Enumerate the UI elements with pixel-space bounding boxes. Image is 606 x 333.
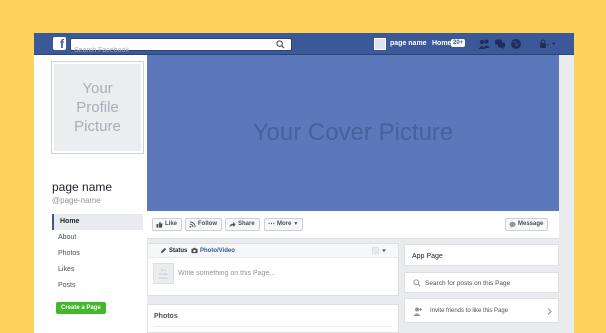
cover-picture[interactable]: Your Cover Picture xyxy=(147,55,559,211)
page-handle[interactable]: @page-name xyxy=(52,196,101,205)
profile-picture-line-3: Picture xyxy=(74,118,121,135)
cover-placeholder-text: Your Cover Picture xyxy=(252,119,454,146)
composer-tabs: Status Photo/Video xyxy=(148,244,398,258)
page-avatar-icon[interactable] xyxy=(374,38,386,50)
nav-home-link[interactable]: Home xyxy=(432,40,451,47)
composer-avatar: Your Profile Picture xyxy=(153,263,174,284)
rss-icon xyxy=(189,221,196,228)
share-icon xyxy=(229,221,236,228)
sidebar-item-likes[interactable]: Likes xyxy=(52,262,143,278)
create-page-button[interactable]: Create a Page xyxy=(56,302,106,314)
search-icon xyxy=(413,279,421,287)
add-friend-icon xyxy=(413,307,422,316)
more-dots-icon: ⋯ xyxy=(268,221,275,228)
invite-label: Invite friends to like this Page xyxy=(430,308,509,314)
share-button[interactable]: Share xyxy=(225,218,260,231)
sidebar-item-posts[interactable]: Posts xyxy=(52,278,143,294)
globe-icon[interactable] xyxy=(510,38,522,50)
profile-picture[interactable]: Your Profile Picture xyxy=(51,61,144,154)
more-label: More xyxy=(277,221,292,227)
composer-avatar-line-3: Picture xyxy=(158,275,169,280)
nav-icon-group xyxy=(478,38,522,50)
app-page-card[interactable]: App Page xyxy=(404,244,559,266)
invite-friends-card[interactable]: Invite friends to like this Page xyxy=(404,298,559,323)
message-label: Message xyxy=(518,221,544,227)
facebook-logo-icon[interactable]: f xyxy=(53,37,66,50)
photos-divider xyxy=(154,326,392,327)
follow-button[interactable]: Follow xyxy=(185,218,222,231)
search-icon[interactable] xyxy=(276,40,285,49)
top-navigation-bar: f page name Home 20+ xyxy=(34,33,574,56)
status-input[interactable] xyxy=(178,267,388,279)
more-button[interactable]: ⋯ More ▼ xyxy=(264,218,304,231)
composer-avatar-placeholder: Your Profile Picture xyxy=(159,268,168,280)
tab-status[interactable]: Status xyxy=(160,247,187,254)
friends-icon[interactable] xyxy=(478,38,490,50)
sidebar-item-about[interactable]: About xyxy=(52,230,143,246)
left-sidebar: Your Profile Picture page name @page-nam… xyxy=(34,55,147,333)
post-composer: Status Photo/Video Your Profile Picture xyxy=(147,243,399,296)
page-action-bar: Like Follow Share ⋯ More ▼ Message xyxy=(147,211,559,239)
thumbs-up-icon xyxy=(156,221,163,228)
page-title: page name xyxy=(52,180,113,194)
profile-picture-placeholder: Your Profile Picture xyxy=(74,79,121,136)
camera-icon xyxy=(191,247,198,254)
nav-page-name[interactable]: page name xyxy=(390,40,427,47)
search-box xyxy=(70,38,292,56)
follow-label: Follow xyxy=(198,221,217,227)
app-page-label: App Page xyxy=(412,253,443,260)
chevron-down-icon: ▼ xyxy=(293,221,299,227)
messages-icon[interactable] xyxy=(494,38,506,50)
messenger-icon xyxy=(509,221,516,228)
tab-photo-label: Photo/Video xyxy=(200,247,235,254)
sidebar-item-home[interactable]: Home xyxy=(52,214,143,230)
like-button[interactable]: Like xyxy=(152,218,183,231)
lock-icon[interactable] xyxy=(539,39,559,49)
share-label: Share xyxy=(238,221,255,227)
chevron-right-icon xyxy=(547,308,552,315)
like-label: Like xyxy=(165,221,178,227)
photos-section: Photos xyxy=(147,304,399,333)
composer-options-icon[interactable] xyxy=(372,247,388,254)
photos-title[interactable]: Photos xyxy=(154,313,178,320)
tab-photo-video[interactable]: Photo/Video xyxy=(191,247,235,254)
posts-search-input[interactable] xyxy=(425,278,555,289)
profile-picture-line-1: Your xyxy=(82,80,113,97)
posts-search-box xyxy=(404,272,559,293)
home-badge: 20+ xyxy=(451,39,466,47)
profile-picture-line-2: Profile xyxy=(76,99,119,116)
composer-body: Your Profile Picture xyxy=(148,258,398,296)
page-nav: Home About Photos Likes Posts xyxy=(52,214,143,294)
sidebar-item-photos[interactable]: Photos xyxy=(52,246,143,262)
facebook-page-mockup: f page name Home 20+ xyxy=(34,33,574,333)
message-button[interactable]: Message xyxy=(505,218,549,231)
tab-status-label: Status xyxy=(169,247,188,254)
pencil-icon xyxy=(160,247,167,254)
